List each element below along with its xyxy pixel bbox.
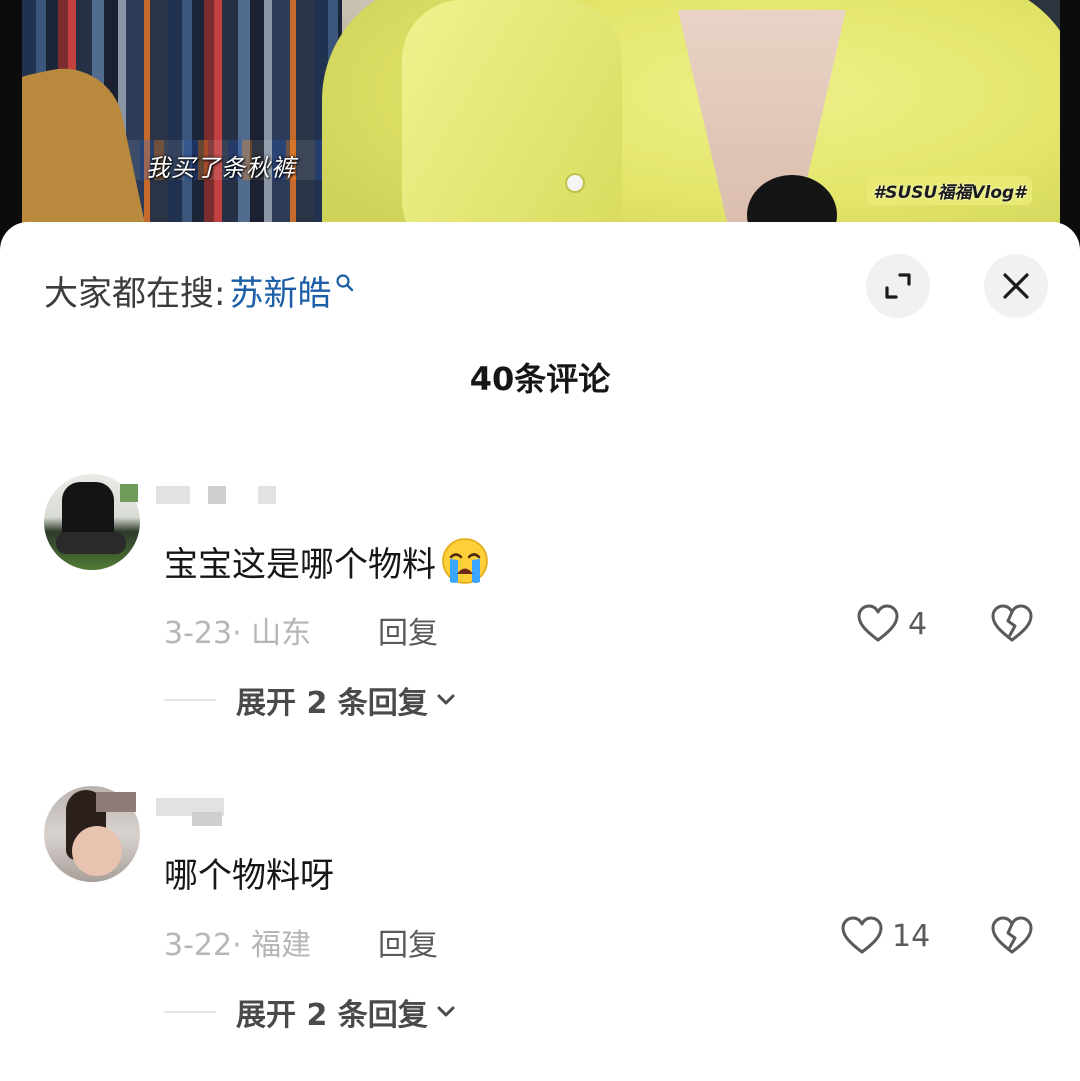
expand-replies[interactable]: 展开 2 条回复 [164,678,458,722]
like-button[interactable]: 14 [840,916,930,956]
expand-replies-label: 展开 2 条回复 [236,686,428,721]
close-button[interactable] [984,254,1048,318]
chevron-down-icon [437,694,455,705]
fullscreen-icon [885,273,911,299]
reply-button[interactable]: 回复 [378,920,438,964]
video-watermark: #SUSU福福Vlog# [867,176,1032,205]
reply-button[interactable]: 回复 [378,608,438,652]
divider-line [164,699,216,701]
comment-item: 宝宝这是哪个物料 3-23· 山东 回复 4 展开 2 条回复 [0,474,1080,774]
comment-date-location: 3-23· 山东 [164,616,312,651]
video-subtitle: 我买了条秋裤 [146,154,296,182]
comment-item: 哪个物料呀 3-22· 福建 回复 14 展开 2 条回复 [0,786,1080,1081]
comment-count-title: 40条评论 [469,360,611,398]
comment-sheet: 大家都在搜: 苏新皓 40条评论 宝宝这是哪个物料 3-23· 山东 回复 4 … [0,222,1080,1081]
dislike-button[interactable] [990,604,1034,648]
chevron-down-icon [437,1006,455,1017]
yellow-jacket [322,0,1060,250]
like-count: 14 [892,918,931,954]
comment-body: 哪个物料呀 [164,856,334,896]
divider-line [164,1011,216,1013]
broken-heart-icon [991,604,1033,642]
comment-date-location: 3-22· 福建 [164,928,312,963]
comment-text: 哪个物料呀 [164,848,334,897]
comment-body: 宝宝这是哪个物料 [164,544,436,585]
like-button[interactable]: 4 [856,604,927,644]
username-censored[interactable] [156,486,190,504]
like-count: 4 [908,606,928,642]
fullscreen-button[interactable] [866,254,930,318]
jacket-fold [402,0,622,250]
video-player[interactable]: 我买了条秋裤 #SUSU福福Vlog# [0,0,1080,250]
video-frame: 我买了条秋裤 #SUSU福福Vlog# [22,0,1060,250]
dislike-button[interactable] [990,916,1034,960]
close-icon [1003,273,1029,299]
heart-icon [857,604,899,642]
trending-search-label: 大家都在搜: [44,274,226,314]
heart-icon [841,916,883,954]
trending-search-keyword[interactable]: 苏新皓 [229,266,331,315]
trending-search[interactable]: 大家都在搜: 苏新皓 [44,266,355,315]
search-icon [335,262,355,302]
crying-face-emoji [442,538,488,584]
comment-text: 宝宝这是哪个物料 [164,536,490,586]
jacket-snap [567,175,583,191]
expand-replies[interactable]: 展开 2 条回复 [164,990,458,1034]
broken-heart-icon [991,916,1033,954]
app-root: 我买了条秋裤 #SUSU福福Vlog# 大家都在搜: 苏新皓 40条评论 宝宝这… [0,0,1080,1081]
expand-replies-label: 展开 2 条回复 [236,998,428,1033]
